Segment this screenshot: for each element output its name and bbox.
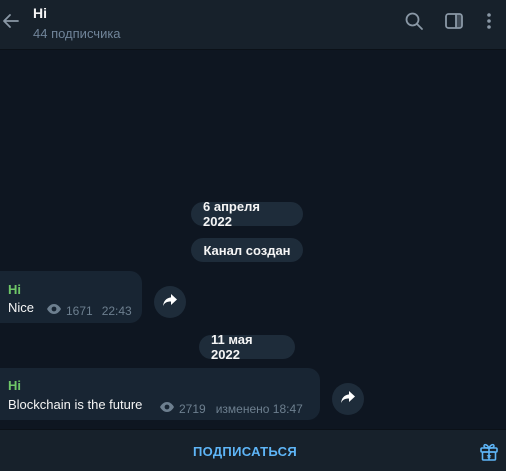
chat-footer: ПОДПИСАТЬСЯ — [0, 429, 506, 471]
forward-arrow-icon — [340, 390, 356, 409]
more-vertical-icon — [479, 11, 499, 36]
message-author[interactable]: Hi — [8, 378, 21, 393]
back-arrow-icon — [2, 12, 20, 35]
sidebar-toggle-button[interactable] — [441, 10, 467, 36]
view-count: 2719 — [179, 401, 206, 416]
message-meta: 1671 22:43 — [46, 303, 132, 318]
forward-arrow-icon — [162, 293, 178, 312]
view-count: 1671 — [66, 303, 93, 318]
gift-button[interactable] — [476, 440, 502, 466]
message-time: 22:43 — [101, 303, 132, 318]
message-meta: 2719 изменено 18:47 — [159, 401, 303, 416]
channel-title[interactable]: Hi — [33, 5, 47, 21]
back-button[interactable] — [0, 8, 22, 38]
message-bubble[interactable]: Hi Nice 1671 22:43 — [0, 271, 142, 323]
search-icon — [404, 11, 424, 36]
search-button[interactable] — [401, 10, 427, 36]
message-author[interactable]: Hi — [8, 282, 21, 297]
date-separator: 6 апреля 2022 — [191, 199, 303, 229]
subscribe-button[interactable]: ПОДПИСАТЬСЯ — [0, 430, 470, 471]
sidebar-toggle-icon — [444, 11, 464, 36]
more-menu-button[interactable] — [476, 10, 502, 36]
views-icon — [46, 303, 62, 318]
message-text: Blockchain is the future — [8, 397, 143, 412]
message-text: Nice — [8, 300, 35, 315]
views-icon — [159, 401, 175, 416]
date-separator: 11 мая 2022 — [199, 332, 295, 362]
forward-button[interactable] — [154, 286, 186, 318]
message-bubble[interactable]: Hi Blockchain is the future 2719 изменен… — [0, 368, 320, 420]
forward-button[interactable] — [332, 383, 364, 415]
chat-header: Hi 44 подписчика — [0, 0, 506, 50]
gift-icon — [478, 440, 500, 467]
service-message: Канал создан — [191, 238, 303, 262]
subscriber-count: 44 подписчика — [33, 26, 121, 41]
message-edited-time: изменено 18:47 — [215, 401, 303, 416]
message-list[interactable]: 6 апреля 2022 Канал создан Hi Nice 1671 … — [0, 51, 506, 429]
